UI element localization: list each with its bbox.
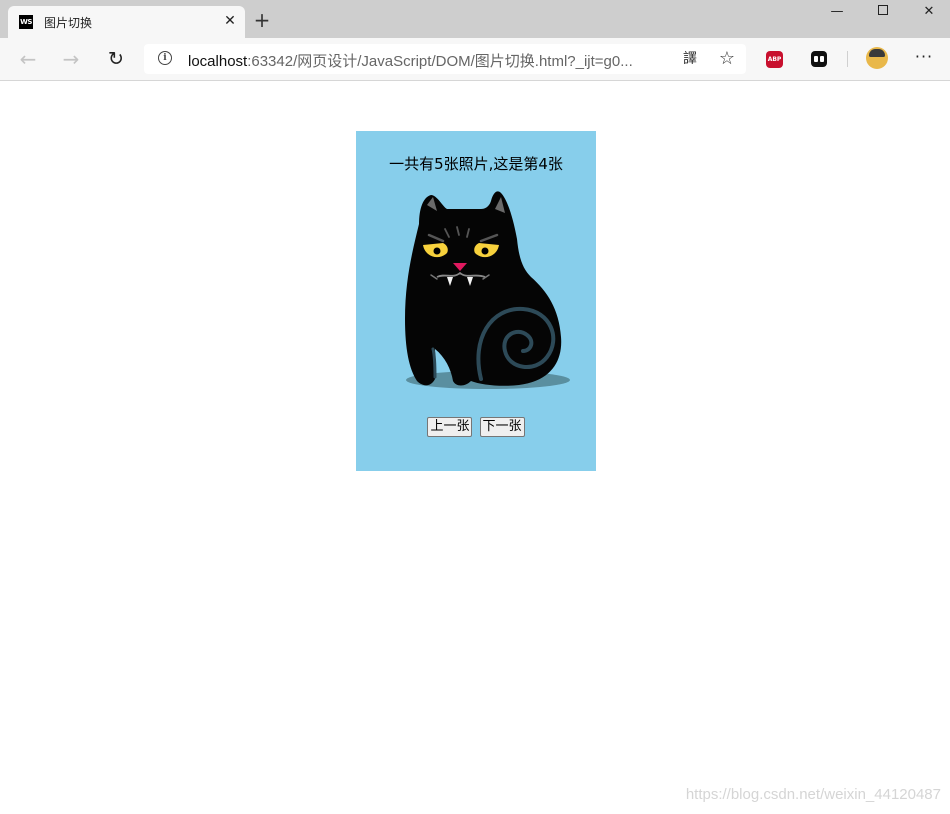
browser-toolbar: ← → ↻ i localhost:63342/网页设计/JavaScript/… — [0, 38, 950, 81]
profile-avatar[interactable] — [866, 47, 888, 69]
tab-close-icon[interactable]: ✕ — [221, 11, 239, 31]
minimize-button[interactable]: — — [814, 0, 860, 26]
tab-title: 图片切换 — [44, 16, 93, 30]
csdn-watermark: https://blog.csdn.net/weixin_44120487 — [685, 786, 941, 803]
photo-gallery: 一共有5张照片,这是第4张 上一张 下一张 — [356, 131, 596, 471]
maximize-icon — [878, 5, 888, 15]
cat-photo — [405, 191, 570, 389]
close-window-button[interactable]: ✕ — [906, 0, 950, 26]
url-text[interactable]: localhost:63342/网页设计/JavaScript/DOM/图片切换… — [188, 50, 633, 71]
translate-icon[interactable]: 譯 — [679, 48, 701, 70]
button-row: 上一张 下一张 — [356, 417, 596, 437]
minimize-icon: — — [830, 4, 844, 19]
adblock-extension-icon[interactable]: ABP — [766, 51, 783, 68]
reload-button[interactable]: ↻ — [103, 46, 129, 72]
maximize-button[interactable] — [860, 0, 906, 26]
toolbar-divider — [847, 51, 848, 67]
next-photo-button[interactable]: 下一张 — [479, 417, 525, 437]
close-icon: ✕ — [923, 4, 935, 19]
favorite-star-icon[interactable]: ☆ — [716, 48, 738, 70]
browser-tab[interactable]: WS 图片切换 ✕ — [8, 6, 245, 38]
forward-button[interactable]: → — [58, 46, 84, 72]
new-tab-button[interactable]: + — [252, 9, 272, 31]
url-host: localhost — [188, 53, 248, 70]
settings-menu-button[interactable]: ··· — [912, 46, 936, 70]
prev-photo-button[interactable]: 上一张 — [427, 417, 473, 437]
photo-counter-caption: 一共有5张照片,这是第4张 — [389, 155, 563, 173]
webstorm-favicon-icon: WS — [19, 15, 33, 29]
extension-icon[interactable] — [811, 51, 827, 67]
url-path: :63342/网页设计/JavaScript/DOM/图片切换.html?_ij… — [247, 53, 633, 70]
address-bar[interactable]: i localhost:63342/网页设计/JavaScript/DOM/图片… — [144, 44, 746, 74]
cat-body — [405, 191, 562, 386]
site-info-icon[interactable]: i — [158, 51, 172, 65]
back-button[interactable]: ← — [15, 46, 41, 72]
browser-titlebar: WS 图片切换 ✕ + — ✕ — [0, 0, 950, 38]
